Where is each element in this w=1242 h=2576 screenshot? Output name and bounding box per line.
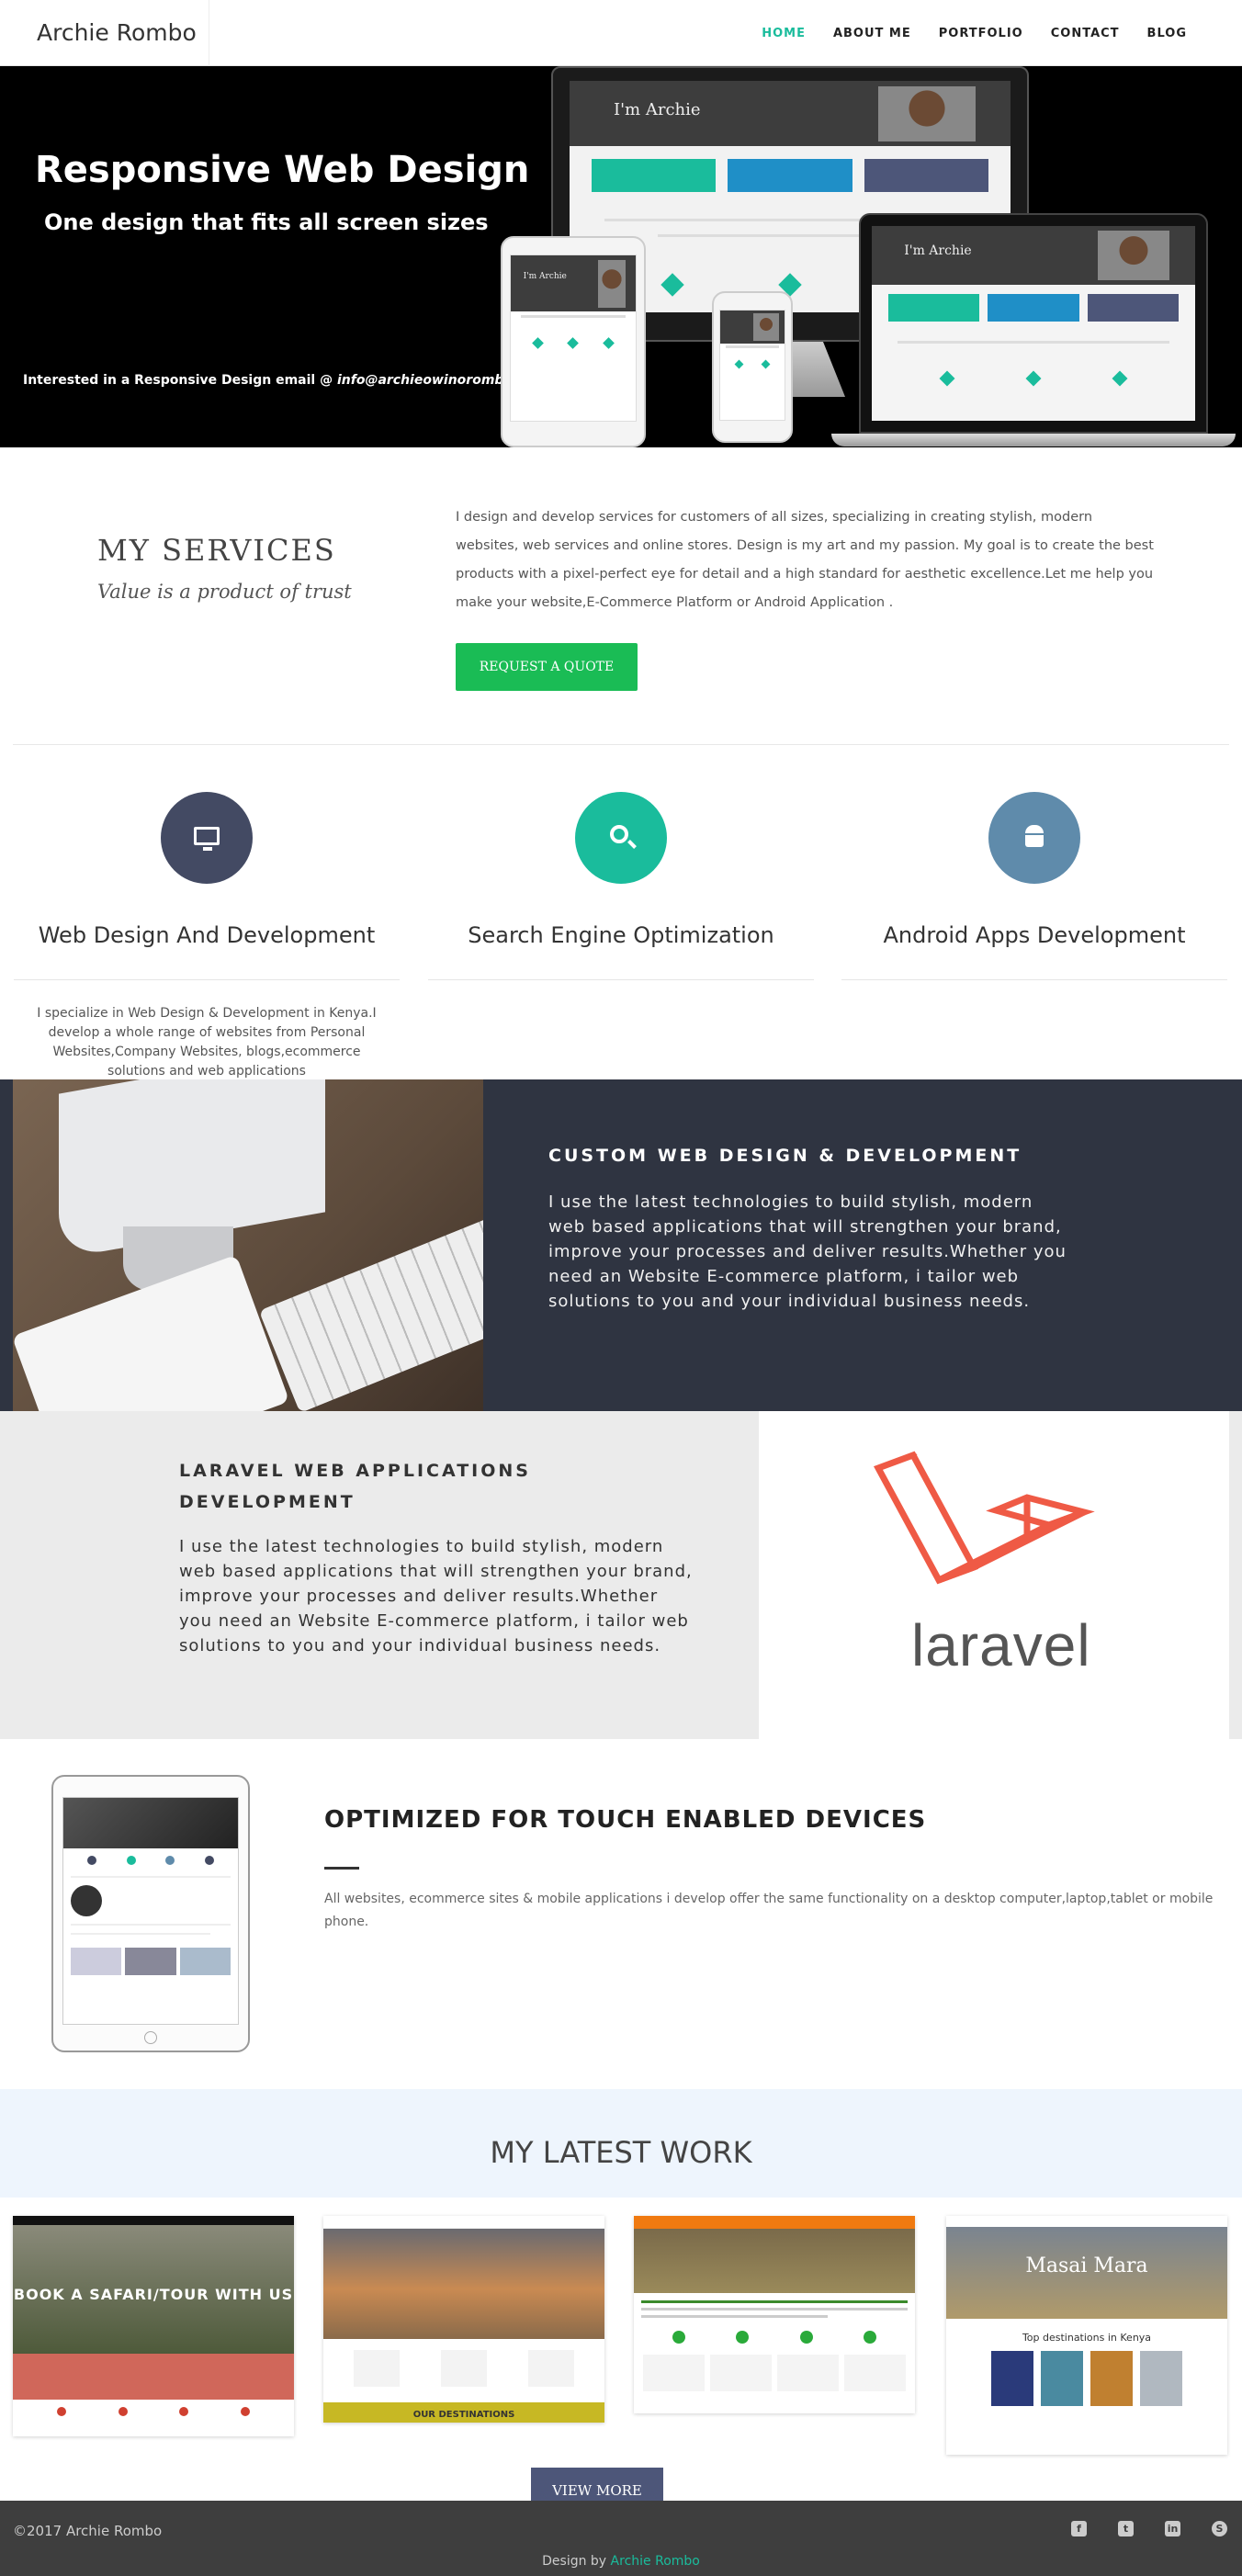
copyright: ©2017 Archie Rombo [13,2523,162,2539]
feature-android: Android Apps Development [841,792,1227,980]
feature-seo: Search Engine Optimization [428,792,814,980]
mockup-name: I'm Archie [614,100,701,120]
nav-blog[interactable]: BLOG [1147,27,1187,40]
nav-contact[interactable]: CONTACT [1051,27,1120,40]
hero-email-line: Interested in a Responsive Design email … [23,373,548,388]
feature-title: Android Apps Development [883,922,1186,948]
twitter-icon[interactable]: t [1118,2521,1134,2536]
copyright-icon: © [13,2523,27,2539]
laptop-base [831,434,1236,446]
hero-title: Responsive Web Design [35,149,530,191]
services-subtitle: Value is a product of trust [97,581,352,603]
laravel-title: LARAVEL WEB APPLICATIONS DEVELOPMENT [179,1461,531,1512]
work-item[interactable]: BOOK A SAFARI/TOUR WITH US [13,2216,294,2436]
laravel-section: LARAVEL WEB APPLICATIONS DEVELOPMENT I u… [0,1411,1242,1739]
nav-about[interactable]: ABOUT ME [833,27,911,40]
work-item[interactable]: OUR DESTINATIONS [323,2216,604,2423]
laravel-text: I use the latest technologies to build s… [179,1537,693,1655]
mockup-name-tablet: I'm Archie [523,272,567,282]
nav-home[interactable]: HOME [762,27,806,40]
feature-title: Search Engine Optimization [468,922,774,948]
laravel-logo: laravel [759,1411,1229,1739]
tablet-illustration [51,1775,250,2052]
work-caption: OUR DESTINATIONS [412,2410,515,2420]
work-item[interactable]: Masai Mara Top destinations in Kenya [946,2216,1227,2455]
android-icon [988,792,1080,884]
custom-text: I use the latest technologies to build s… [548,1192,1067,1311]
mockup-name-laptop: I'm Archie [904,243,972,259]
brand-logo[interactable]: Archie Rombo [0,0,209,66]
search-icon [575,792,667,884]
monitor-icon [161,792,253,884]
linkedin-icon[interactable]: in [1165,2521,1180,2536]
design-credit-link[interactable]: Archie Rombo [611,2554,700,2569]
workspace-image [13,1079,483,1411]
design-credit: Design by Archie Rombo [0,2554,1242,2569]
section-divider [13,744,1229,745]
request-quote-button[interactable]: REQUEST A QUOTE [456,643,638,691]
social-links: f t in S [1071,2521,1227,2536]
hero-banner: Responsive Web Design One design that fi… [0,66,1242,447]
laravel-wordmark: laravel [911,1612,1091,1678]
footer: ©2017 Archie Rombo f t in S Design by Ar… [0,2501,1242,2576]
hero-email-prefix: Interested in a Responsive Design email … [23,373,337,388]
optimized-text: All websites, ecommerce sites & mobile a… [324,1892,1214,1929]
work-item[interactable] [634,2216,915,2413]
skype-icon[interactable]: S [1212,2521,1227,2536]
feature-web-design: Web Design And Development I specialize … [14,792,400,1081]
feature-title: Web Design And Development [38,922,376,948]
laravel-logo-mark [873,1451,1095,1585]
feature-text: I specialize in Web Design & Development… [37,1006,377,1079]
work-caption: Masai Mara [1025,2254,1148,2277]
work-subcaption: Top destinations in Kenya [1022,2332,1152,2344]
work-caption: BOOK A SAFARI/TOUR WITH US [13,2286,294,2303]
phone-mockup [712,291,793,443]
custom-web-design-section: CUSTOM WEB DESIGN & DEVELOPMENT I use th… [0,1079,1242,1411]
optimized-title: OPTIMIZED FOR TOUCH ENABLED DEVICES [324,1806,927,1834]
main-nav: HOME ABOUT ME PORTFOLIO CONTACT BLOG [762,0,1187,66]
nav-portfolio[interactable]: PORTFOLIO [939,27,1023,40]
services-description: I design and develop services for custom… [456,510,1154,610]
navbar: Archie Rombo HOME ABOUT ME PORTFOLIO CON… [0,0,1242,66]
custom-title: CUSTOM WEB DESIGN & DEVELOPMENT [548,1146,1022,1166]
design-credit-prefix: Design by [542,2554,611,2569]
copyright-text: 2017 Archie Rombo [27,2523,163,2539]
laptop-mockup: I'm Archie [859,213,1208,434]
facebook-icon[interactable]: f [1071,2521,1087,2536]
latest-work-title: MY LATEST WORK [490,2135,752,2170]
title-underline [324,1867,359,1870]
hero-subtitle: One design that fits all screen sizes [44,209,489,235]
services-title: MY SERVICES [97,533,336,568]
tablet-mockup: I'm Archie [501,236,646,447]
